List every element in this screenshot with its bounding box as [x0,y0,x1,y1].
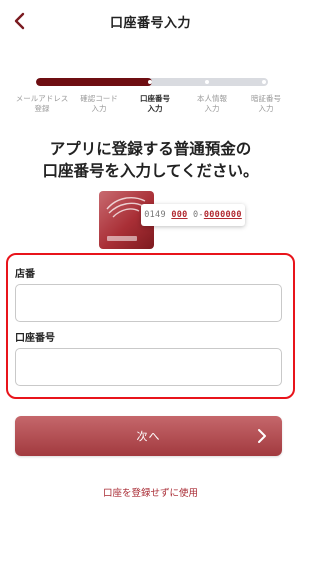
step-label: 暗証番号 [251,94,281,103]
account-label: 口座番号 [15,333,55,344]
step-label: メールアドレス [15,94,69,103]
card-illustration: 0149 000 0- 0000000 [99,191,249,249]
progress-dot [148,80,152,84]
step-code: 確認コード 入力 [69,94,129,114]
heading-line: 口座番号を入力してください。 [42,162,259,180]
step-pin: 暗証番号 入力 [236,94,296,114]
step-label: 本人情報 [197,94,227,103]
app-header: 口座番号入力 [0,0,301,44]
progress-fill [36,78,152,86]
card-strip [107,236,137,241]
step-indicator: メールアドレス 登録 確認コード 入力 口座番号 入力 本人情報 入力 暗証番号… [12,94,292,118]
step-identity: 本人情報 入力 [182,94,242,114]
step-label: 登録 [34,104,50,113]
branch-input[interactable] [15,284,282,322]
card-separator: 0- [193,210,204,220]
skip-registration-link[interactable]: 口座を登録せずに使用 [0,485,301,499]
card-number-callout: 0149 000 0- 0000000 [141,204,245,226]
account-number-input[interactable] [15,348,282,386]
card-account-number: 0000000 [203,210,242,220]
step-label: 入力 [147,104,163,113]
step-label: 入力 [204,104,220,113]
page-title: 口座番号入力 [109,16,191,31]
card-prefix: 0149 [144,210,166,220]
step-label: 確認コード [80,94,118,103]
step-label: 入力 [258,104,274,113]
step-account: 口座番号 入力 [125,94,185,114]
step-email: メールアドレス 登録 [12,94,72,114]
next-button-label: 次へ [136,430,161,443]
instruction-heading: アプリに登録する普通預金の 口座番号を入力してください。 [0,138,301,182]
branch-label: 店番 [15,269,35,280]
step-label: 入力 [91,104,107,113]
progress-dot [205,80,209,84]
chevron-right-icon [258,429,266,443]
step-label: 口座番号 [140,94,170,103]
progress-bar [36,78,268,86]
card-branch-number: 000 [171,210,188,220]
next-button[interactable]: 次へ [15,416,282,456]
progress-dot [262,80,266,84]
heading-line: アプリに登録する普通預金の [49,140,252,158]
